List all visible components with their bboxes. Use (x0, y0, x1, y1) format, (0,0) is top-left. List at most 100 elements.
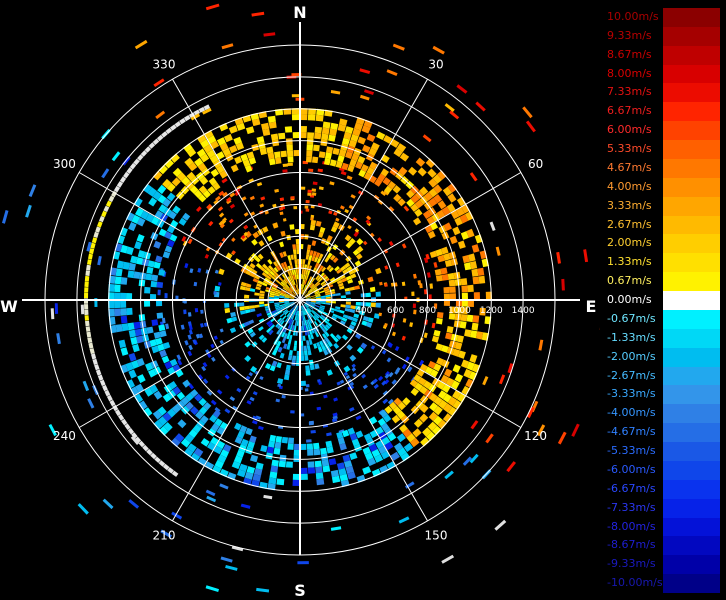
echo-cell (556, 251, 561, 264)
echo-cell (323, 394, 328, 399)
echo-cell (293, 345, 297, 351)
echo-cell (321, 133, 329, 141)
echo-cell (196, 206, 202, 212)
echo-cell (89, 348, 95, 355)
echo-cell (328, 458, 337, 466)
echo-cell (346, 344, 353, 351)
legend-value-label: -0.67m/s (607, 311, 656, 325)
echo-cell (205, 489, 216, 497)
echo-cell (267, 115, 276, 123)
echo-cell (467, 284, 474, 293)
echo-cell (182, 379, 191, 388)
echo-cell (345, 304, 351, 309)
echo-cell (304, 205, 309, 209)
echo-cell (126, 293, 133, 300)
echo-cell (84, 281, 89, 288)
echo-cell (275, 157, 282, 165)
echo-cell (340, 304, 346, 308)
echo-cell (401, 243, 407, 249)
azimuth-line (299, 299, 428, 522)
echo-cell (240, 310, 246, 315)
echo-cell (417, 167, 427, 177)
echo-cell (287, 162, 293, 166)
echo-cell (361, 373, 366, 379)
echo-cell (321, 459, 330, 467)
echo-cell (401, 335, 406, 341)
echo-cell (133, 321, 141, 330)
echo-cell (133, 271, 141, 279)
echo-cell (56, 333, 61, 345)
echo-cell (254, 292, 260, 296)
legend-value-label: 9.33m/s (607, 28, 652, 42)
echo-cell (221, 178, 228, 184)
echo-cell (293, 254, 297, 260)
echo-cell (132, 344, 140, 353)
echo-cell (188, 344, 193, 351)
echo-cell (259, 304, 265, 308)
echo-cell (224, 308, 231, 314)
echo-cell (436, 318, 443, 325)
echo-cell (306, 340, 310, 346)
echo-cell (472, 315, 480, 323)
echo-cell (274, 188, 279, 193)
legend-value-label: 5.33m/s (607, 142, 652, 156)
legend-color-swatch (663, 102, 720, 122)
echo-cell (288, 437, 294, 444)
echo-cell (306, 249, 311, 255)
echo-cell (266, 446, 274, 454)
echo-cell (309, 364, 315, 371)
echo-cell (270, 465, 279, 473)
echo-cell (310, 430, 316, 434)
echo-cell (433, 262, 438, 268)
echo-cell (341, 334, 349, 341)
echo-cell (446, 326, 454, 334)
echo-cell (231, 367, 236, 372)
echo-cell (292, 132, 300, 139)
echo-cell (251, 11, 265, 17)
legend-color-swatch (663, 479, 720, 499)
echo-cell (276, 478, 285, 486)
echo-cell (305, 365, 310, 371)
echo-cell (251, 238, 258, 246)
echo-cell (339, 309, 345, 314)
echo-cell (280, 150, 287, 158)
echo-cell (314, 304, 320, 308)
echo-cell (91, 353, 97, 360)
echo-cell (340, 205, 345, 210)
echo-cell (258, 240, 265, 247)
echo-cell (320, 447, 328, 455)
echo-cell (401, 281, 406, 286)
echo-cell (80, 304, 85, 315)
echo-cell (307, 449, 314, 456)
echo-cell (219, 328, 224, 333)
echo-cell (101, 168, 110, 179)
echo-cell (349, 354, 357, 362)
echo-cell (459, 321, 467, 329)
echo-cell (349, 452, 358, 460)
echo-cell (366, 215, 372, 221)
echo-cell (408, 166, 418, 176)
echo-cell (254, 304, 260, 308)
echo-cell (391, 331, 396, 337)
echo-cell (307, 461, 315, 468)
legend-color-swatch (663, 404, 720, 424)
echo-cell (210, 399, 217, 406)
echo-cell (325, 152, 332, 160)
echo-cell (245, 126, 255, 135)
echo-cell (345, 291, 351, 295)
echo-cell (441, 554, 455, 564)
echo-cell (471, 244, 480, 253)
echo-cell (120, 300, 127, 308)
echo-cell (394, 346, 400, 352)
legend-row: 2.67m/s (604, 215, 722, 235)
echo-cell (256, 587, 270, 593)
legend-row: 9.33m/s (604, 26, 722, 46)
echo-cell (150, 280, 158, 288)
legend-value-label: 1.33m/s (607, 255, 652, 269)
echo-cell (457, 240, 466, 249)
echo-cell (362, 466, 372, 475)
legend-value-label: 8.00m/s (607, 66, 652, 80)
echo-cell (381, 349, 387, 355)
echo-cell (114, 300, 121, 309)
echo-cell (325, 302, 331, 306)
